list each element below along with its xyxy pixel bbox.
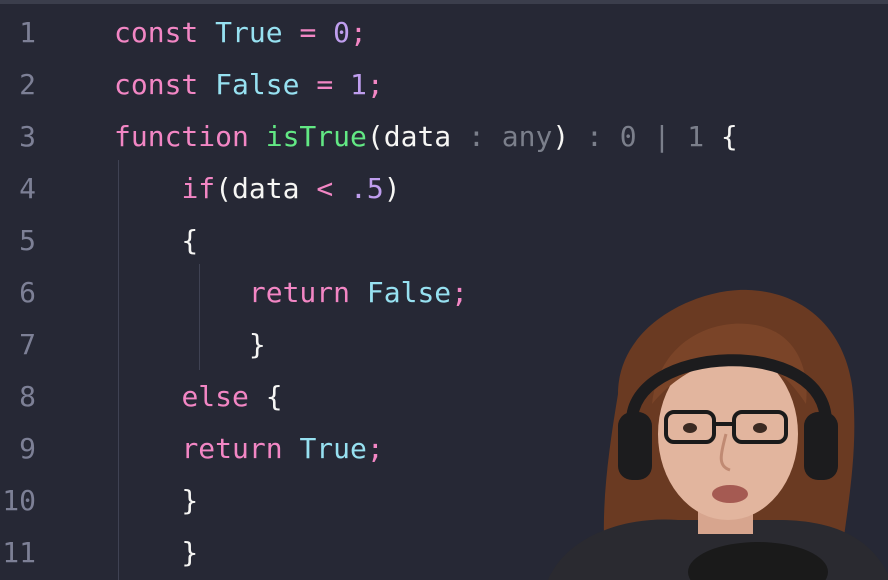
code-token: else xyxy=(181,380,249,413)
line-number: 11 xyxy=(2,536,36,569)
code-token: (data xyxy=(215,172,317,205)
line-number: 2 xyxy=(19,68,36,101)
code-token: ; xyxy=(366,68,384,101)
code-token: { xyxy=(248,380,283,413)
code-line[interactable]: 3 function isTrue(data : any) : 0 | 1 { xyxy=(0,111,888,163)
code-token: : xyxy=(569,120,620,153)
code-token: False xyxy=(215,68,300,101)
code-token: ; xyxy=(366,432,384,465)
code-token: ) xyxy=(552,120,570,153)
code-content[interactable]: else { xyxy=(114,371,283,423)
line-number: 9 xyxy=(19,432,36,465)
code-content[interactable]: { xyxy=(114,215,198,267)
code-content[interactable]: } xyxy=(114,319,266,371)
code-token: { xyxy=(704,120,738,153)
code-token: 1 xyxy=(350,68,367,101)
code-token: .5 xyxy=(350,172,384,205)
line-number: 1 xyxy=(19,16,36,49)
code-token: { xyxy=(114,224,199,257)
line-number: 4 xyxy=(19,172,36,205)
code-token: } xyxy=(114,484,199,517)
code-token: True xyxy=(299,432,367,465)
code-content[interactable]: return True; xyxy=(114,423,384,475)
code-token: | xyxy=(636,120,688,153)
code-token: = xyxy=(316,68,334,101)
code-token: isTrue xyxy=(265,120,367,153)
code-line[interactable]: 5 { xyxy=(0,215,888,267)
code-token: ; xyxy=(350,16,367,49)
code-content[interactable]: } xyxy=(114,475,198,527)
code-token: return xyxy=(181,432,283,465)
code-token: } xyxy=(114,328,266,361)
code-token: : xyxy=(451,120,502,153)
line-number: 3 xyxy=(19,120,36,153)
code-token: 0 xyxy=(619,120,637,153)
code-token: 0 xyxy=(333,16,351,49)
code-token: 1 xyxy=(687,120,705,153)
code-token: ) xyxy=(383,172,401,205)
code-line[interactable]: 2 const False = 1; xyxy=(0,59,888,111)
code-token: const xyxy=(114,16,199,49)
code-content[interactable]: const True = 0; xyxy=(114,7,367,59)
webcam-overlay xyxy=(548,284,888,580)
code-token: function xyxy=(114,120,249,153)
streamer-webcam-icon xyxy=(548,289,888,580)
editor-top-border xyxy=(0,0,888,4)
code-content[interactable]: const False = 1; xyxy=(114,59,384,111)
line-number: 8 xyxy=(19,380,36,413)
code-editor[interactable]: 1 const True = 0; 2 const False = 1; 3 functi… xyxy=(0,0,888,580)
code-token: (data xyxy=(366,120,452,153)
code-token: return xyxy=(248,276,351,309)
code-token: } xyxy=(114,536,199,569)
code-content[interactable]: if(data < .5) xyxy=(114,163,401,215)
code-token: any xyxy=(501,120,553,153)
line-number: 7 xyxy=(19,328,36,361)
line-number: 10 xyxy=(2,484,36,517)
code-line[interactable]: 4 if(data < .5) xyxy=(0,163,888,215)
code-content[interactable]: } xyxy=(114,527,198,579)
code-token: ; xyxy=(451,276,469,309)
code-token: True xyxy=(215,16,283,49)
code-token: const xyxy=(114,68,199,101)
code-content[interactable]: function isTrue(data : any) : 0 | 1 { xyxy=(114,111,738,163)
code-token: = xyxy=(299,16,317,49)
code-token: < xyxy=(316,172,334,205)
code-token: if xyxy=(181,172,216,205)
code-token: False xyxy=(366,276,452,309)
code-line[interactable]: 1 const True = 0; xyxy=(0,7,888,59)
line-number: 6 xyxy=(19,276,36,309)
code-content[interactable]: return False; xyxy=(114,267,468,319)
line-number: 5 xyxy=(19,224,36,257)
